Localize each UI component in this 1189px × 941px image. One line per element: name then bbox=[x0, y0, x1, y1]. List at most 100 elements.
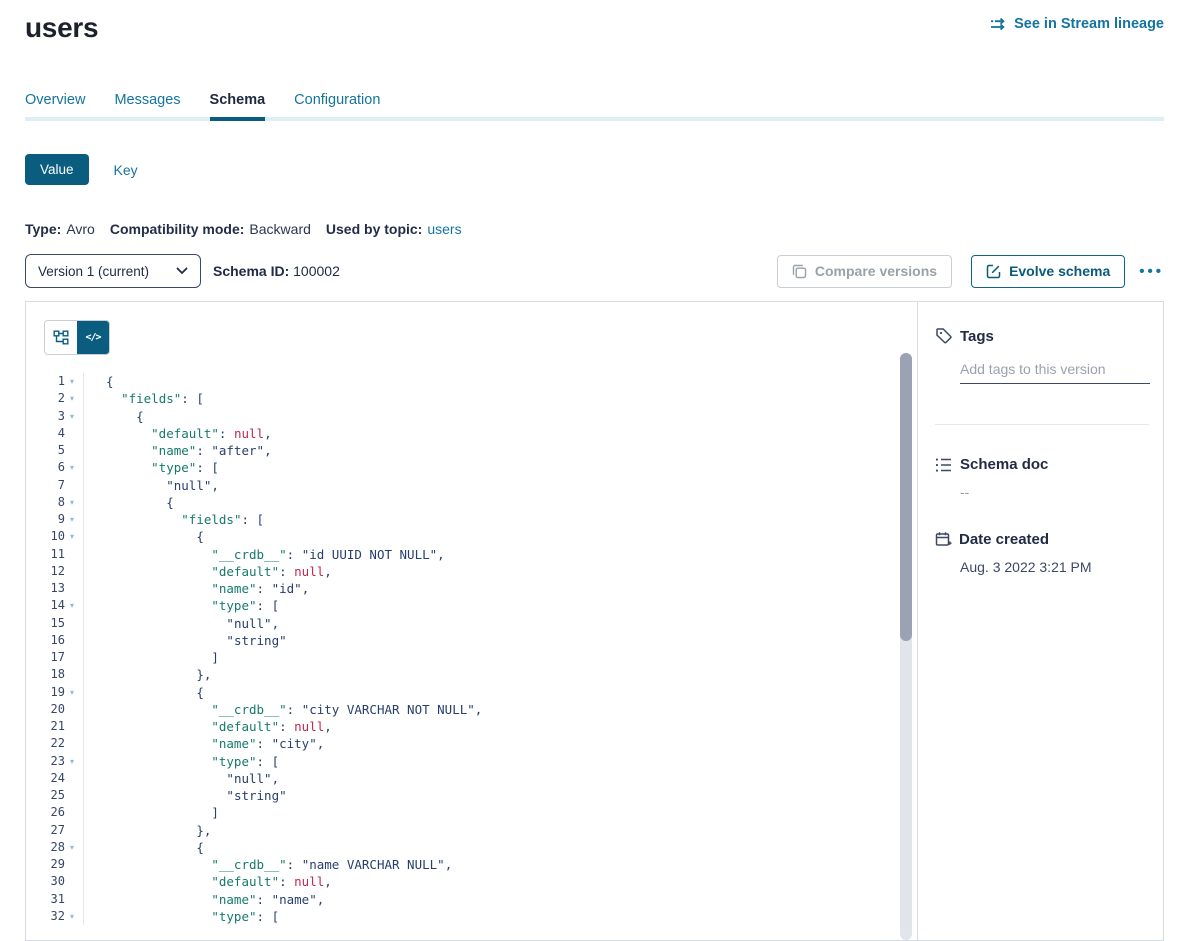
tab-bar: Overview Messages Schema Configuration bbox=[25, 90, 1164, 121]
collapse-arrow-icon[interactable]: ▾ bbox=[67, 494, 77, 511]
collapse-arrow-icon[interactable]: ▾ bbox=[67, 839, 77, 856]
code-line: 1▾{ bbox=[26, 373, 897, 390]
view-mode-toggle: </> bbox=[44, 320, 110, 355]
line-number: 13 bbox=[51, 580, 65, 597]
line-number: 27 bbox=[51, 822, 65, 839]
date-created-section: Date created Aug. 3 2022 3:21 PM bbox=[918, 531, 1163, 575]
tab-schema[interactable]: Schema bbox=[210, 90, 266, 117]
line-number: 32 bbox=[51, 908, 65, 925]
line-number: 26 bbox=[51, 804, 65, 821]
code-line: 31 "name": "name", bbox=[26, 891, 897, 908]
code-line: 30 "default": null, bbox=[26, 873, 897, 890]
collapse-arrow-icon[interactable]: ▾ bbox=[67, 528, 77, 545]
key-tab-link[interactable]: Key bbox=[114, 162, 138, 178]
code-line: 27 }, bbox=[26, 822, 897, 839]
code-line: 7 "null", bbox=[26, 477, 897, 494]
code-line: 2▾ "fields": [ bbox=[26, 390, 897, 407]
stream-lineage-link[interactable]: See in Stream lineage bbox=[990, 16, 1164, 32]
code-line: 22 "name": "city", bbox=[26, 735, 897, 752]
code-line: 10▾ { bbox=[26, 528, 897, 545]
line-number: 4 bbox=[58, 425, 65, 442]
value-tab-button[interactable]: Value bbox=[25, 154, 89, 185]
line-number: 21 bbox=[51, 718, 65, 735]
code-line: 13 "name": "id", bbox=[26, 580, 897, 597]
line-number: 18 bbox=[51, 666, 65, 683]
code-line: 17 ] bbox=[26, 649, 897, 666]
line-number: 16 bbox=[51, 632, 65, 649]
code-line: 15 "null", bbox=[26, 615, 897, 632]
collapse-arrow-icon[interactable]: ▾ bbox=[67, 511, 77, 528]
meta-topic-link[interactable]: users bbox=[427, 221, 461, 237]
version-toolbar: Version 1 (current) Schema ID: 100002 Co… bbox=[25, 254, 1164, 288]
line-number: 12 bbox=[51, 563, 65, 580]
chevron-down-icon bbox=[176, 267, 188, 275]
schema-doc-value: -- bbox=[960, 484, 1149, 500]
code-line: 23▾ "type": [ bbox=[26, 753, 897, 770]
code-line: 28▾ { bbox=[26, 839, 897, 856]
meta-compat-label: Compatibility mode: bbox=[110, 221, 245, 237]
code-line: 20 "__crdb__": "city VARCHAR NOT NULL", bbox=[26, 701, 897, 718]
code-line: 29 "__crdb__": "name VARCHAR NULL", bbox=[26, 856, 897, 873]
meta-topic: Used by topic: users bbox=[326, 221, 462, 237]
collapse-arrow-icon[interactable]: ▾ bbox=[67, 459, 77, 476]
code-line: 18 }, bbox=[26, 666, 897, 683]
tab-messages[interactable]: Messages bbox=[114, 90, 180, 117]
line-number: 7 bbox=[58, 477, 65, 494]
doc-list-icon bbox=[935, 457, 953, 473]
sidebar-divider bbox=[935, 424, 1149, 425]
meta-type-label: Type: bbox=[25, 221, 61, 237]
code-line: 9▾ "fields": [ bbox=[26, 511, 897, 528]
calendar-plus-icon bbox=[935, 531, 952, 548]
line-number: 22 bbox=[51, 735, 65, 752]
collapse-arrow-icon[interactable]: ▾ bbox=[67, 408, 77, 425]
collapse-arrow-icon[interactable]: ▾ bbox=[67, 373, 77, 390]
page-header: users See in Stream lineage bbox=[25, 12, 1164, 44]
scrollbar-thumb[interactable] bbox=[900, 353, 912, 641]
line-number: 29 bbox=[51, 856, 65, 873]
schema-id-label: Schema ID: bbox=[213, 263, 289, 279]
scrollbar-track[interactable] bbox=[900, 353, 912, 940]
code-line: 11 "__crdb__": "id UUID NOT NULL", bbox=[26, 546, 897, 563]
date-created-heading-label: Date created bbox=[959, 531, 1049, 548]
page-title: users bbox=[25, 12, 98, 44]
value-key-switch: Value Key bbox=[25, 154, 1164, 185]
line-number: 9 bbox=[58, 511, 65, 528]
code-line: 12 "default": null, bbox=[26, 563, 897, 580]
version-select[interactable]: Version 1 (current) bbox=[25, 254, 201, 288]
code-line: 6▾ "type": [ bbox=[26, 459, 897, 476]
code-view-button[interactable]: </> bbox=[77, 321, 109, 354]
tag-icon bbox=[935, 327, 953, 345]
collapse-arrow-icon[interactable]: ▾ bbox=[67, 753, 77, 770]
meta-compat: Compatibility mode: Backward bbox=[110, 221, 311, 237]
collapse-arrow-icon[interactable]: ▾ bbox=[67, 597, 77, 614]
line-number: 19 bbox=[51, 684, 65, 701]
meta-topic-label: Used by topic: bbox=[326, 221, 422, 237]
collapse-arrow-icon[interactable]: ▾ bbox=[67, 684, 77, 701]
code-line: 24 "null", bbox=[26, 770, 897, 787]
add-tags-input[interactable] bbox=[960, 359, 1150, 384]
line-number: 2 bbox=[58, 390, 65, 407]
evolve-schema-button[interactable]: Evolve schema bbox=[971, 255, 1125, 288]
tree-view-button[interactable] bbox=[45, 321, 77, 354]
more-actions-button[interactable]: ••• bbox=[1139, 263, 1164, 280]
date-created-value: Aug. 3 2022 3:21 PM bbox=[960, 559, 1149, 575]
line-number: 11 bbox=[51, 546, 65, 563]
tab-overview[interactable]: Overview bbox=[25, 90, 85, 117]
line-number: 24 bbox=[51, 770, 65, 787]
compare-versions-button[interactable]: Compare versions bbox=[777, 255, 952, 288]
schema-doc-section: Schema doc -- bbox=[918, 456, 1163, 500]
code-line: 19▾ { bbox=[26, 684, 897, 701]
schema-json-editor[interactable]: 1▾{2▾ "fields": [3▾ {4 "default": null,5… bbox=[26, 373, 897, 925]
schema-page: users See in Stream lineage Overview Mess… bbox=[0, 12, 1189, 941]
code-view-icon: </> bbox=[85, 332, 100, 343]
collapse-arrow-icon[interactable]: ▾ bbox=[67, 908, 77, 925]
line-number: 28 bbox=[51, 839, 65, 856]
line-number: 6 bbox=[58, 459, 65, 476]
tab-configuration[interactable]: Configuration bbox=[294, 90, 380, 117]
line-number: 31 bbox=[51, 891, 65, 908]
schema-code-pane: </> 1▾{2▾ "fields": [3▾ {4 "default": nu… bbox=[26, 302, 917, 940]
line-number: 15 bbox=[51, 615, 65, 632]
schema-doc-heading-label: Schema doc bbox=[960, 456, 1048, 473]
collapse-arrow-icon[interactable]: ▾ bbox=[67, 390, 77, 407]
line-number: 23 bbox=[51, 753, 65, 770]
